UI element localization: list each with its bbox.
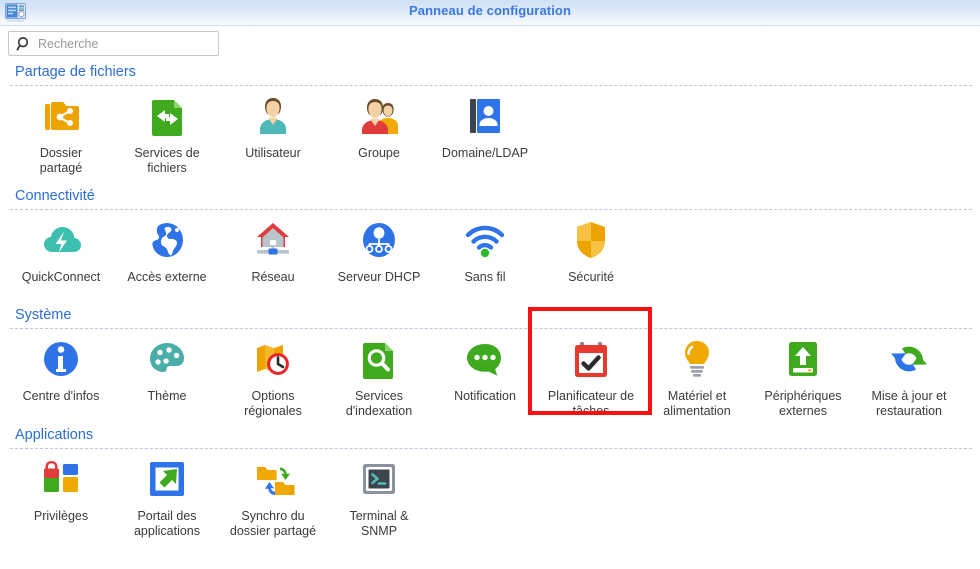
item-label: Portail des applications: [133, 509, 200, 538]
control-panel-item[interactable]: Centre d'infos: [8, 334, 114, 404]
item-label: Centre d'infos: [22, 389, 100, 403]
info-circle-icon: [8, 334, 114, 384]
user-icon: [220, 91, 326, 141]
item-label: Privilèges: [33, 509, 89, 523]
control-panel-item[interactable]: Domaine/LDAP: [432, 91, 538, 161]
notification-icon: [432, 334, 538, 384]
control-panel-item[interactable]: Matériel et alimentation: [644, 334, 750, 419]
control-panel-item[interactable]: Dossier partagé: [8, 91, 114, 176]
item-label: QuickConnect: [21, 270, 101, 284]
control-panel-item[interactable]: Planificateur de tâches: [538, 334, 644, 419]
item-label: Planificateur de tâches: [547, 389, 635, 418]
control-panel-item[interactable]: Terminal & SNMP: [326, 454, 432, 539]
group-icon: [326, 91, 432, 141]
section-divider: [10, 85, 972, 86]
external-device-icon: [750, 334, 856, 384]
item-label: Domaine/LDAP: [441, 146, 529, 160]
app-portal-icon: [114, 454, 220, 504]
item-label: Sécurité: [568, 270, 614, 284]
shared-folder-icon: [8, 91, 114, 141]
control-panel-item[interactable]: Portail des applications: [114, 454, 220, 539]
folder-sync-icon: [220, 454, 326, 504]
item-label: Services d'indexation: [345, 389, 413, 418]
file-services-icon: [114, 91, 220, 141]
control-panel-item[interactable]: Serveur DHCP: [326, 215, 432, 285]
control-panel-item[interactable]: Groupe: [326, 91, 432, 161]
item-label: Sans fil: [464, 270, 506, 284]
regional-clock-icon: [220, 334, 326, 384]
item-label: Matériel et alimentation: [663, 389, 731, 418]
section-title: Applications: [15, 427, 94, 443]
item-label: Serveur DHCP: [337, 270, 421, 284]
control-panel-item[interactable]: QuickConnect: [8, 215, 114, 285]
item-label: Mise à jour et restauration: [871, 389, 947, 418]
page-title: Panneau de configuration: [408, 3, 572, 18]
control-panel-item[interactable]: Options régionales: [220, 334, 326, 419]
control-panel-item[interactable]: Périphériques externes: [750, 334, 856, 419]
item-label: Accès externe: [127, 270, 207, 284]
section-divider: [10, 328, 972, 329]
item-label: Services de fichiers: [134, 146, 200, 175]
section-divider: [10, 448, 972, 449]
section-title: Connectivité: [15, 188, 95, 204]
lightbulb-icon: [644, 334, 750, 384]
wifi-icon: [432, 215, 538, 265]
control-panel-item[interactable]: Synchro du dossier partagé: [220, 454, 326, 539]
control-panel-item[interactable]: Utilisateur: [220, 91, 326, 161]
item-label: Utilisateur: [245, 146, 301, 160]
section-title: Partage de fichiers: [15, 64, 136, 80]
palette-icon: [114, 334, 220, 384]
control-panel-item[interactable]: Privilèges: [8, 454, 114, 524]
item-label: Terminal & SNMP: [349, 509, 409, 538]
control-panel-item[interactable]: Sécurité: [538, 215, 644, 285]
control-panel-item[interactable]: Réseau: [220, 215, 326, 285]
section-divider: [10, 209, 972, 210]
item-label: Réseau: [251, 270, 295, 284]
item-label: Groupe: [358, 146, 400, 160]
terminal-snmp-icon: [326, 454, 432, 504]
privileges-icon: [8, 454, 114, 504]
item-label: Thème: [147, 389, 187, 403]
control-panel-item[interactable]: Sans fil: [432, 215, 538, 285]
item-label: Synchro du dossier partagé: [229, 509, 317, 538]
control-panel-item[interactable]: Notification: [432, 334, 538, 404]
item-label: Dossier partagé: [39, 146, 83, 175]
search-input[interactable]: [36, 32, 214, 55]
section-title: Système: [15, 307, 72, 323]
indexing-icon: [326, 334, 432, 384]
control-panel-item[interactable]: Thème: [114, 334, 220, 404]
search-icon: [16, 36, 32, 52]
control-panel-item[interactable]: Mise à jour et restauration: [856, 334, 962, 419]
shield-icon: [538, 215, 644, 265]
item-label: Options régionales: [244, 389, 302, 418]
control-panel-item[interactable]: Accès externe: [114, 215, 220, 285]
control-panel-item[interactable]: Services de fichiers: [114, 91, 220, 176]
item-label: Périphériques externes: [764, 389, 842, 418]
item-label: Notification: [454, 389, 516, 403]
network-house-icon: [220, 215, 326, 265]
control-panel-item[interactable]: Services d'indexation: [326, 334, 432, 419]
task-scheduler-icon: [538, 334, 644, 384]
window-titlebar: Panneau de configuration: [0, 0, 980, 26]
globe-icon: [114, 215, 220, 265]
quickconnect-cloud-icon: [8, 215, 114, 265]
update-restore-icon: [856, 334, 962, 384]
domain-ldap-icon: [432, 91, 538, 141]
dhcp-server-icon: [326, 215, 432, 265]
control-panel-window: Panneau de configuration Partage de fich…: [0, 0, 980, 569]
search-box[interactable]: [8, 31, 219, 56]
